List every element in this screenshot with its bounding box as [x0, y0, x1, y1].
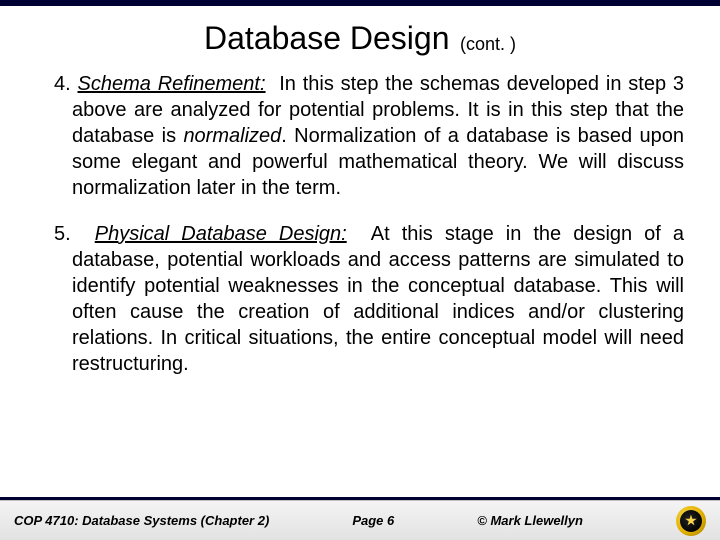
footer-credit: © Mark Llewellyn	[477, 513, 583, 528]
footer-course: COP 4710: Database Systems (Chapter 2)	[14, 513, 269, 528]
item-term: Physical Database Design:	[95, 223, 347, 245]
body-area: 4. Schema Refinement: In this step the s…	[0, 65, 720, 540]
list-item: 4. Schema Refinement: In this step the s…	[36, 71, 684, 201]
item-term: Schema Refinement:	[78, 73, 266, 95]
slide-title-cont: (cont. )	[460, 34, 516, 54]
footer: COP 4710: Database Systems (Chapter 2) P…	[0, 500, 720, 540]
footer-page: Page 6	[352, 513, 394, 528]
item-emph: normalized	[183, 125, 281, 147]
slide-title: Database Design	[204, 20, 449, 56]
ucf-logo-icon	[676, 506, 706, 536]
item-number: 5.	[54, 223, 71, 245]
slide: Database Design (cont. ) 4. Schema Refin…	[0, 0, 720, 540]
item-number: 4.	[54, 73, 71, 95]
item-text-pre: At this stage in the design of a databas…	[72, 223, 684, 375]
title-area: Database Design (cont. )	[0, 6, 720, 65]
list-item: 5. Physical Database Design: At this sta…	[36, 221, 684, 377]
